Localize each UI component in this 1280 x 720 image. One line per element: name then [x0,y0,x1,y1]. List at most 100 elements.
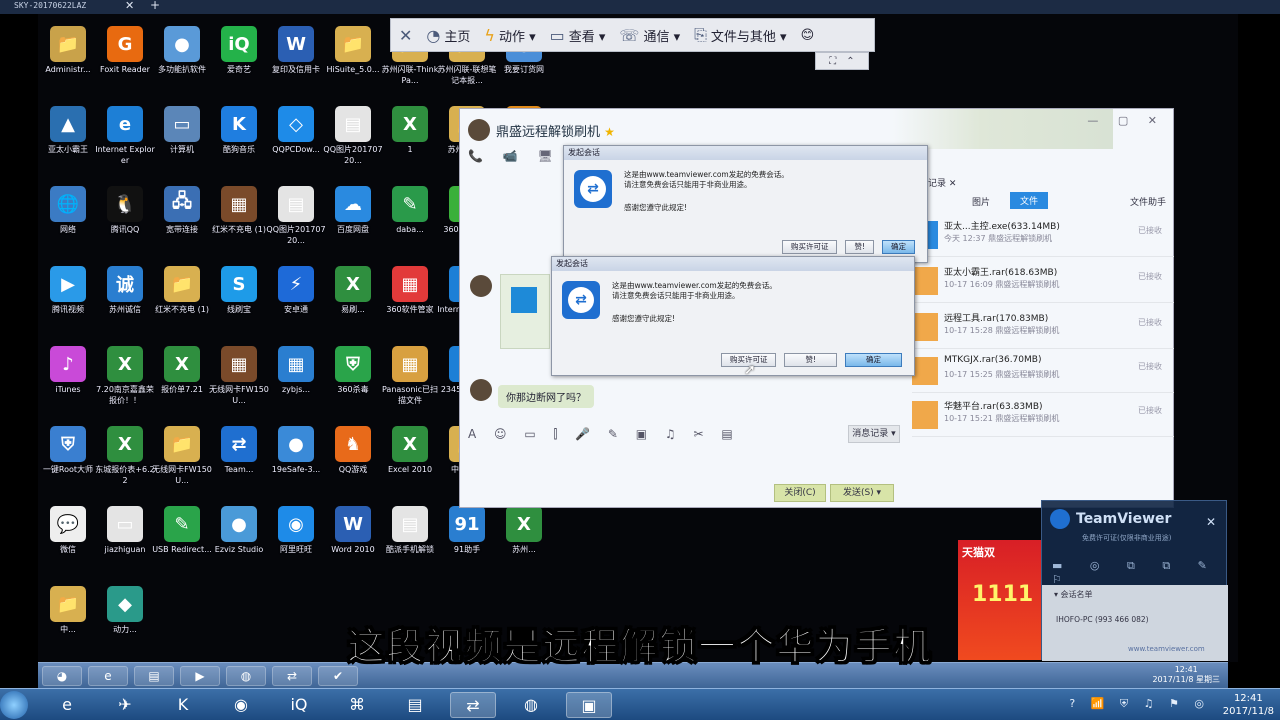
tab-pictures[interactable]: 图片 [972,195,990,208]
local-taskbar-app[interactable]: ▣ [566,692,612,718]
desktop-icon[interactable]: ▤ 酷派手机解锁 [380,502,440,580]
desktop-icon[interactable]: X 苏州... [494,502,554,580]
ok-button[interactable]: 确定 [882,240,915,254]
files-extras-menu[interactable]: ⎘ 文件与其他 ▾ [694,25,786,45]
desktop-icon[interactable]: 📁 红米不充电 (1) [152,262,212,340]
desktop-icon[interactable]: e Internet Explorer [95,102,155,180]
desktop-icon[interactable]: S 线刷宝 [209,262,269,340]
desktop-icon[interactable]: X 7.20南京嘉鑫荣报价！！ [95,342,155,420]
ok-button[interactable]: 确定 [845,353,902,367]
desktop-icon[interactable]: iQ 爱奇艺 [209,22,269,100]
panel-actions[interactable]: ▬ ◎ ⧉ ⧉ ✎ ⚐ [1052,559,1226,586]
like-button[interactable]: 赞! [784,353,837,367]
start-button[interactable] [0,691,28,719]
actions-menu[interactable]: ϟ 动作 ▾ [484,26,535,45]
close-icon[interactable]: ✕ [1206,515,1216,529]
file-row[interactable]: MTKGJX.rar(36.70MB) 10-17 15:25 鼎盛远程解锁刷机… [912,349,1174,393]
desktop-icon[interactable]: ⚡ 安卓通 [266,262,326,340]
desktop-icon[interactable]: ⛨ 一键Root大师 [38,422,98,500]
file-row[interactable]: 华魅平台.rar(63.83MB) 10-17 15:21 鼎盛远程解锁刷机 已… [912,393,1174,437]
local-taskbar-app[interactable]: ◍ [508,692,554,718]
desktop-icon[interactable]: 📁 HiSuite_5.0... [323,22,383,100]
session-list-header[interactable]: ▾ 会话名单 [1054,589,1093,600]
desktop-icon[interactable]: ⛨ 360杀毒 [323,342,383,420]
file-row[interactable]: 亚太小霸王.rar(618.63MB) 10-17 16:09 鼎盛远程解锁刷机… [912,259,1174,303]
desktop-icon[interactable]: 🖧 宽带连接 [152,182,212,260]
desktop-icon-image: 🐧 [107,186,143,222]
local-taskbar-app[interactable]: ◉ [218,692,264,718]
local-taskbar-app[interactable]: ▤ [392,692,438,718]
desktop-icon[interactable]: ▤ QQ图片20170720... [266,182,326,260]
desktop-icon[interactable]: X 报价单7.21 [152,342,212,420]
desktop-icon[interactable]: G Foxit Reader [95,22,155,100]
desktop-icon[interactable]: ♞ QQ游戏 [323,422,383,500]
view-menu[interactable]: ▭ 查看 ▾ [550,26,606,45]
desktop-icon[interactable]: ● Ezviz Studio [209,502,269,580]
fullscreen-icon[interactable]: ⛶ [829,56,836,67]
dialog-line-1: 这是由www.teamviewer.com发起的免费会话。 [612,281,777,290]
desktop-icon[interactable]: ✎ USB Redirect... [152,502,212,580]
desktop-icon[interactable]: 📁 Administr... [38,22,98,100]
desktop-icon[interactable]: 📁 无线网卡FW150U... [152,422,212,500]
local-taskbar-app[interactable]: K [160,692,206,718]
desktop-icon[interactable]: ✎ daba... [380,182,440,260]
desktop-icon[interactable]: ◇ QQPCDow... [266,102,326,180]
message-history-button[interactable]: 消息记录 ▾ [848,425,900,443]
local-taskbar-app[interactable]: ⇄ [450,692,496,718]
local-clock[interactable]: 12:41 2017/11/8 [1223,692,1274,718]
file-row[interactable]: 远程工具.rar(170.83MB) 10-17 15:28 鼎盛远程解锁刷机 … [912,305,1174,349]
close-button[interactable]: 关闭(C) [774,484,826,502]
desktop-icon[interactable]: ▦ 360软件管家 [380,262,440,340]
shared-card[interactable] [500,274,550,349]
desktop-icon[interactable]: 🌐 网络 [38,182,98,260]
file-row[interactable]: 亚太...主控.exe(633.14MB) 今天 12:37 鼎盛远程解锁刷机 … [912,213,1174,257]
desktop-icon[interactable]: ♪ iTunes [38,342,98,420]
desktop-icon[interactable]: ▤ QQ图片20170720... [323,102,383,180]
desktop-icon[interactable]: X 易刷... [323,262,383,340]
desktop-icon[interactable]: 🐧 腾讯QQ [95,182,155,260]
desktop-icon[interactable]: ◉ 阿里旺旺 [266,502,326,580]
local-taskbar-app[interactable]: ✈ [102,692,148,718]
desktop-icon[interactable]: ▦ 无线网卡FW150U... [209,342,269,420]
desktop-icon[interactable]: 诚苏州诚信 [95,262,155,340]
input-toolbar[interactable]: A ☺ ▭ ⫿ 🎤 ✎ ▣ ♫ ✂ ▤ [468,427,740,442]
desktop-icon[interactable]: W Word 2010 [323,502,383,580]
desktop-icon[interactable]: 91 91助手 [437,502,497,580]
tab-file-assistant[interactable]: 文件助手 [1130,195,1166,208]
tab-records[interactable]: 记录 ✕ [928,176,956,189]
desktop-icon[interactable]: X Excel 2010 [380,422,440,500]
add-tab-icon[interactable]: + [150,0,160,12]
contact-avatar[interactable] [468,119,490,141]
desktop-icon[interactable]: X1 [380,102,440,180]
desktop-icon[interactable]: ▦ Panasonic已扫描文件 [380,342,440,420]
like-button[interactable]: 赞! [845,240,874,254]
close-session-icon[interactable]: ✕ [399,26,412,45]
desktop-icon[interactable]: ▶ 腾讯视频 [38,262,98,340]
communicate-menu[interactable]: ☏ 通信 ▾ [619,26,680,45]
local-taskbar-app[interactable]: iQ [276,692,322,718]
desktop-icon[interactable]: 💬 微信 [38,502,98,580]
send-button[interactable]: 发送(S) ▾ [830,484,894,502]
window-controls[interactable]: — ▢ ✕ [1087,114,1165,127]
desktop-icon[interactable]: X 东城报价表+6.22 [95,422,155,500]
local-taskbar-app[interactable]: e [44,692,90,718]
desktop-icon[interactable]: W 复印及信用卡 [266,22,326,100]
desktop-icon[interactable]: ▦ zybjs... [266,342,326,420]
buy-license-button[interactable]: 购买许可证 [781,240,838,254]
desktop-icon[interactable]: ● 多功能扒软件 [152,22,212,100]
desktop-icon[interactable]: ▭ 计算机 [152,102,212,180]
tab-files[interactable]: 文件 [1010,192,1049,209]
desktop-icon[interactable]: ☁ 百度网盘 [323,182,383,260]
close-tab-icon[interactable]: ✕ [125,0,134,12]
desktop-icon[interactable]: K 酷狗音乐 [209,102,269,180]
collapse-icon[interactable]: ⌃ [846,56,854,67]
desktop-icon[interactable]: ⇄ Team... [209,422,269,500]
emoji-button[interactable]: 😊 [801,28,815,43]
desktop-icon[interactable]: ▭ jiazhiguan [95,502,155,580]
desktop-icon[interactable]: ● 19eSafe-3... [266,422,326,500]
system-tray[interactable]: ? 📶 ⛨ ♫ ⚑ ◎ [1069,697,1210,711]
local-taskbar-app[interactable]: ⌘ [334,692,380,718]
home-button[interactable]: ◔ 主页 [426,26,470,45]
desktop-icon[interactable]: ▦ 红米不充电 (1) [209,182,269,260]
desktop-icon[interactable]: ▲ 亚太小霸王 [38,102,98,180]
